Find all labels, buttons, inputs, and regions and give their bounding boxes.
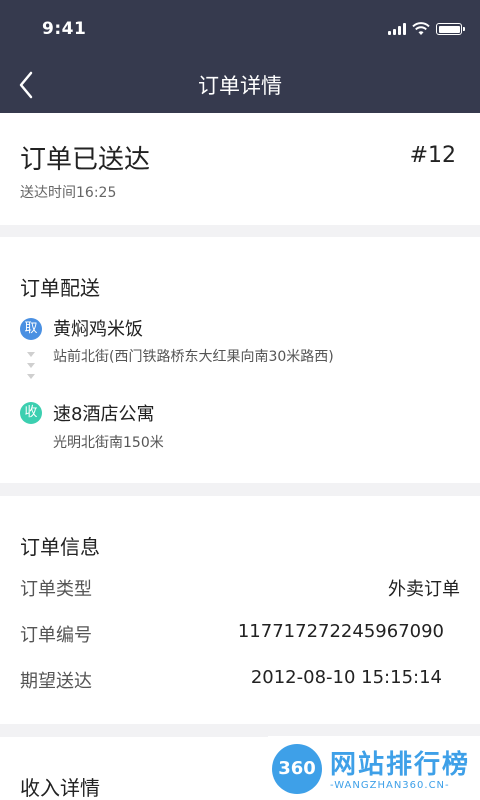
order-status-title: 订单已送达 bbox=[20, 145, 151, 175]
status-bar-icons bbox=[388, 21, 465, 37]
delivery-card: 订单配送 取 黄焖鸡米饭 站前北街(西门铁路桥东大红果向南30米路西) 收 速8… bbox=[0, 237, 480, 483]
info-label: 期望送达 bbox=[20, 671, 92, 692]
info-label: 订单编号 bbox=[20, 625, 92, 646]
income-section-title: 收入详情 bbox=[20, 776, 100, 800]
status-bar-time: 9:41 bbox=[42, 19, 87, 39]
order-status-card: 订单已送达 #12 送达时间16:25 bbox=[0, 113, 480, 225]
info-value: 外卖订单 bbox=[388, 579, 460, 600]
wifi-icon bbox=[412, 22, 430, 35]
delivery-section-title: 订单配送 bbox=[20, 276, 100, 300]
route-dots bbox=[27, 352, 35, 379]
info-value: 117717272245967090 bbox=[237, 621, 444, 642]
pickup-name: 黄焖鸡米饭 bbox=[53, 319, 143, 340]
order-info-section-title: 订单信息 bbox=[20, 535, 100, 559]
battery-icon bbox=[436, 23, 465, 35]
receive-name: 速8酒店公寓 bbox=[53, 404, 155, 425]
watermark-logo: 360 bbox=[272, 744, 322, 794]
watermark: 360 网站排行榜 -WANGZHAN360.CN- bbox=[268, 736, 480, 800]
order-number: #12 bbox=[409, 143, 456, 168]
page-title: 订单详情 bbox=[198, 74, 282, 98]
signal-icon bbox=[388, 23, 406, 35]
delivered-time: 送达时间16:25 bbox=[20, 185, 117, 201]
app-header: 9:41 订单详情 bbox=[0, 0, 480, 113]
info-label: 订单类型 bbox=[20, 579, 92, 600]
pickup-address: 站前北街(西门铁路桥东大红果向南30米路西) bbox=[53, 349, 334, 365]
watermark-subtext: -WANGZHAN360.CN- bbox=[330, 780, 450, 791]
order-info-card: 订单信息 订单类型 外卖订单 订单编号 117717272245967090 期… bbox=[0, 496, 480, 724]
pickup-badge: 取 bbox=[20, 318, 42, 340]
receive-address: 光明北街南150米 bbox=[53, 435, 164, 451]
watermark-text: 网站排行榜 bbox=[330, 750, 471, 780]
receive-badge: 收 bbox=[20, 402, 42, 424]
info-value: 2012-08-10 15:15:14 bbox=[250, 667, 442, 688]
